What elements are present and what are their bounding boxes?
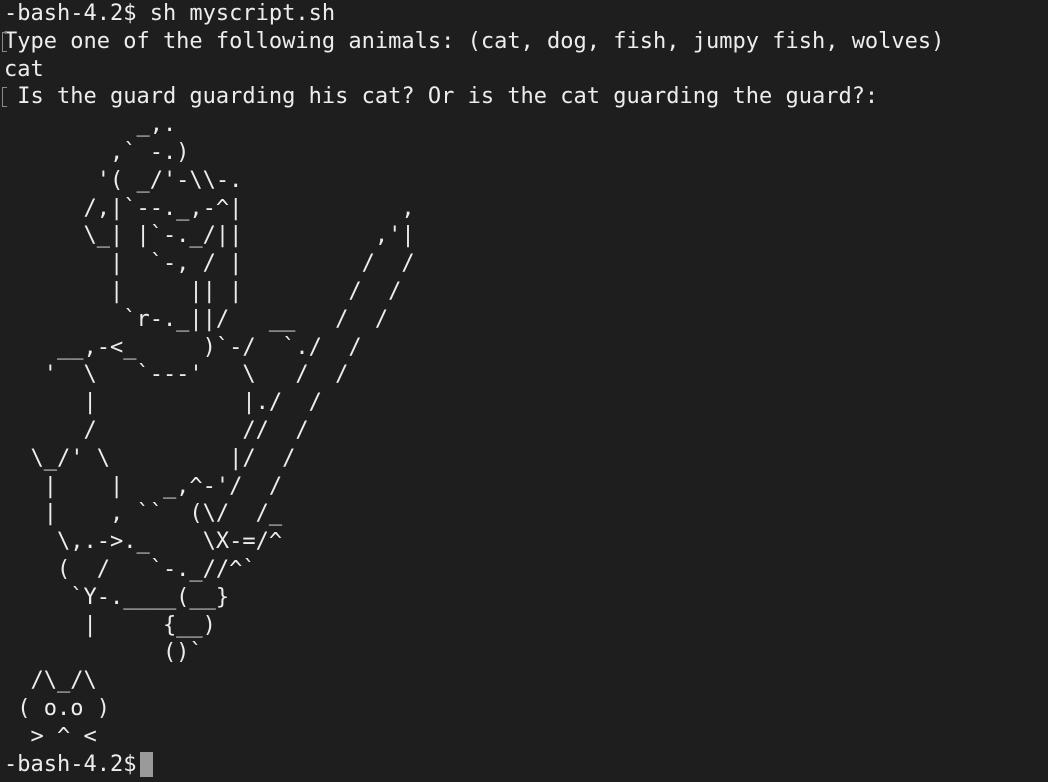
user-input-line: cat [4,56,44,82]
menu-prompt-text: Type one of the following animals: (cat,… [4,28,945,54]
question-line: Is the guard guarding his cat? Or is the… [2,83,1048,111]
menu-prompt-line: Type one of the following animals: (cat,… [2,28,1048,56]
final-prompt-text: -bash-4.2$ [4,751,137,777]
line-mark-icon [2,87,7,108]
final-prompt-line[interactable]: -bash-4.2$ [4,751,1048,779]
cursor-block-icon [140,751,154,777]
guard-ascii-art: _,. ,` -.) '( _/'-\\-. /,|`--._,-^| , \_… [30,112,415,666]
command-line: -bash-4.2$ sh myscript.sh [4,1,336,26]
line-mark-icon [2,31,7,52]
question-text: Is the guard guarding his cat? Or is the… [4,84,879,110]
terminal-window[interactable]: -bash-4.2$ sh myscript.sh Type one of th… [0,0,1048,782]
cat-ascii-art: /\_/\ ( o.o ) > ^ < [17,668,110,749]
